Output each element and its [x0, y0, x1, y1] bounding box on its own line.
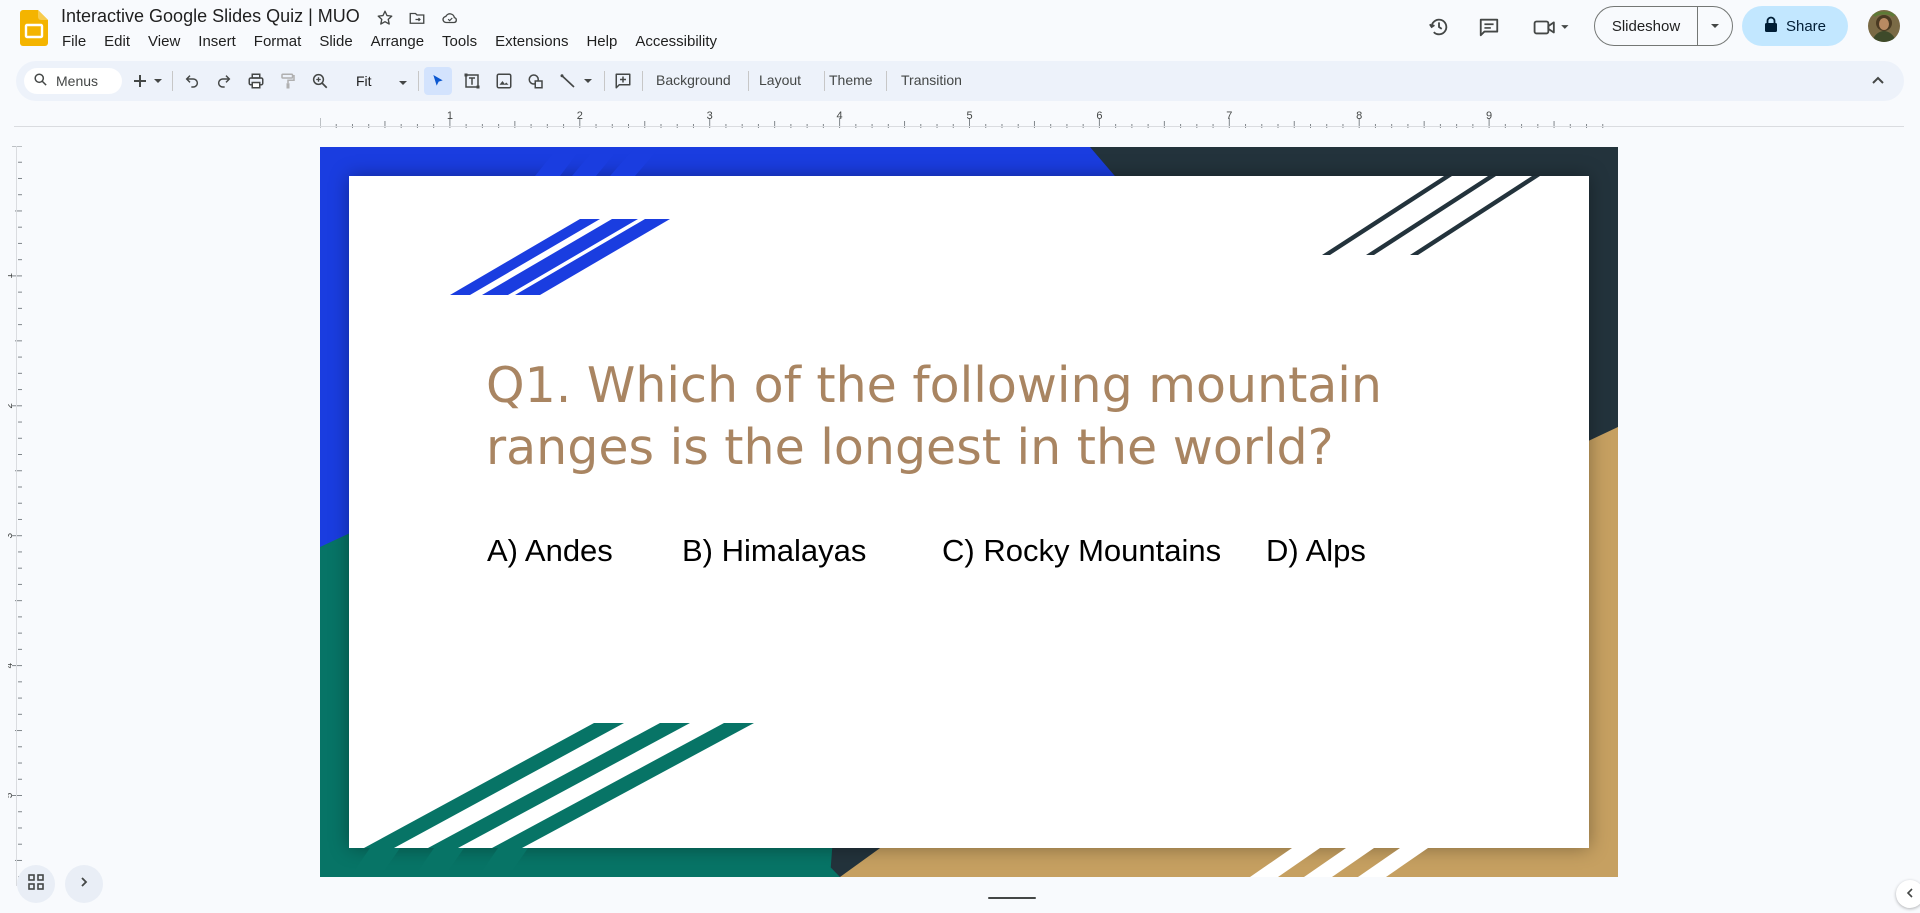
ruler-label: 7	[1226, 110, 1232, 122]
menu-format[interactable]: Format	[245, 31, 311, 53]
undo-icon[interactable]	[180, 69, 204, 93]
layout-button[interactable]: Layout	[759, 72, 801, 88]
ruler-label: 4	[837, 110, 843, 122]
toolbar: Menus Fit Background Layout Theme Transi…	[16, 61, 1904, 101]
search-icon	[33, 72, 48, 90]
chevron-left-icon	[1905, 885, 1915, 903]
ruler-label: 1	[8, 273, 15, 279]
avatar[interactable]	[1868, 10, 1900, 42]
toolbar-divider	[172, 71, 173, 91]
menu-file[interactable]: File	[53, 31, 95, 53]
toolbar-divider	[418, 71, 419, 91]
ruler-label: 9	[1486, 110, 1492, 122]
chevron-right-icon	[78, 875, 90, 893]
ruler-label: 2	[577, 110, 583, 122]
ruler-baseline	[14, 126, 1904, 127]
title-bar: Interactive Google Slides Quiz | MUO Fil…	[0, 0, 1920, 58]
star-icon[interactable]	[374, 7, 396, 29]
ruler-baseline	[16, 146, 17, 886]
cloud-saved-icon[interactable]	[439, 7, 461, 29]
toolbar-divider	[824, 71, 825, 91]
menu-help[interactable]: Help	[577, 31, 626, 53]
line-icon[interactable]	[556, 69, 580, 93]
version-history-icon[interactable]	[1424, 12, 1454, 42]
menu-edit[interactable]: Edit	[95, 31, 139, 53]
ruler-label: 5	[8, 792, 15, 798]
ruler-label: 2	[8, 403, 15, 409]
lock-icon	[1764, 16, 1778, 36]
insert-image-icon[interactable]	[492, 69, 516, 93]
ruler-label: 5	[966, 110, 972, 122]
collapse-toolbar-chevron-up-icon[interactable]	[1866, 69, 1890, 93]
expand-filmstrip-button[interactable]	[65, 865, 103, 903]
menu-tools[interactable]: Tools	[433, 31, 486, 53]
answer-option-a[interactable]: A) Andes	[487, 533, 613, 569]
ruler-label: 1	[447, 110, 453, 122]
ruler-label: 3	[8, 532, 15, 538]
move-to-folder-icon[interactable]	[406, 7, 428, 29]
shape-icon[interactable]	[524, 69, 548, 93]
ruler-label: 4	[8, 662, 15, 668]
menu-slide[interactable]: Slide	[310, 31, 361, 53]
paint-format-icon[interactable]	[276, 69, 300, 93]
slide-canvas[interactable]: Q1. Which of the following mountain rang…	[320, 147, 1618, 877]
slideshow-button-group: Slideshow	[1594, 6, 1733, 46]
text-box-icon[interactable]	[460, 69, 484, 93]
speaker-notes-drag-handle[interactable]	[988, 897, 1036, 899]
menu-extensions[interactable]: Extensions	[486, 31, 577, 53]
comments-icon[interactable]	[1474, 12, 1504, 42]
grid-view-button[interactable]	[17, 865, 55, 903]
background-button[interactable]: Background	[656, 72, 731, 88]
line-chevron-icon[interactable]	[580, 69, 596, 93]
add-comment-icon[interactable]	[611, 69, 635, 93]
grid-icon	[28, 873, 44, 895]
menu-accessibility[interactable]: Accessibility	[626, 31, 726, 53]
meet-icon[interactable]	[1528, 12, 1576, 42]
answer-option-d[interactable]: D) Alps	[1266, 533, 1366, 569]
menu-bar: File Edit View Insert Format Slide Arran…	[53, 31, 726, 53]
answer-option-c[interactable]: C) Rocky Mountains	[942, 533, 1221, 569]
menus-search-placeholder: Menus	[56, 73, 99, 89]
transition-button[interactable]: Transition	[901, 72, 962, 88]
theme-button[interactable]: Theme	[829, 72, 873, 88]
slideshow-options-chevron-icon[interactable]	[1698, 7, 1732, 45]
zoom-select[interactable]: Fit	[342, 69, 412, 93]
toolbar-divider	[886, 71, 887, 91]
vertical-ruler: 1 2 3 4 5	[8, 146, 22, 878]
ruler-label: 8	[1356, 110, 1362, 122]
print-icon[interactable]	[244, 69, 268, 93]
share-button[interactable]: Share	[1742, 6, 1848, 46]
menu-arrange[interactable]: Arrange	[362, 31, 433, 53]
new-slide-plus-icon[interactable]	[128, 69, 152, 93]
toolbar-divider	[604, 71, 605, 91]
menu-view[interactable]: View	[139, 31, 189, 53]
zoom-chevron-icon	[398, 75, 408, 91]
document-title[interactable]: Interactive Google Slides Quiz | MUO	[61, 6, 360, 27]
side-panel-toggle[interactable]	[1896, 880, 1920, 908]
zoom-value: Fit	[356, 73, 372, 89]
answer-option-b[interactable]: B) Himalayas	[682, 533, 866, 569]
toolbar-divider	[642, 71, 643, 91]
toolbar-divider	[748, 71, 749, 91]
slide-content-panel	[349, 176, 1589, 848]
menus-search-box[interactable]: Menus	[24, 68, 122, 94]
share-label: Share	[1785, 17, 1827, 35]
slideshow-button[interactable]: Slideshow	[1595, 7, 1698, 45]
ruler-label: 6	[1096, 110, 1102, 122]
redo-icon[interactable]	[212, 69, 236, 93]
question-title[interactable]: Q1. Which of the following mountain rang…	[486, 355, 1466, 479]
zoom-icon[interactable]	[308, 69, 332, 93]
new-slide-chevron-icon[interactable]	[150, 69, 166, 93]
menu-insert[interactable]: Insert	[189, 31, 245, 53]
select-tool-cursor-icon[interactable]	[424, 67, 452, 95]
ruler-label: 3	[707, 110, 713, 122]
slides-logo-icon[interactable]	[20, 10, 48, 46]
